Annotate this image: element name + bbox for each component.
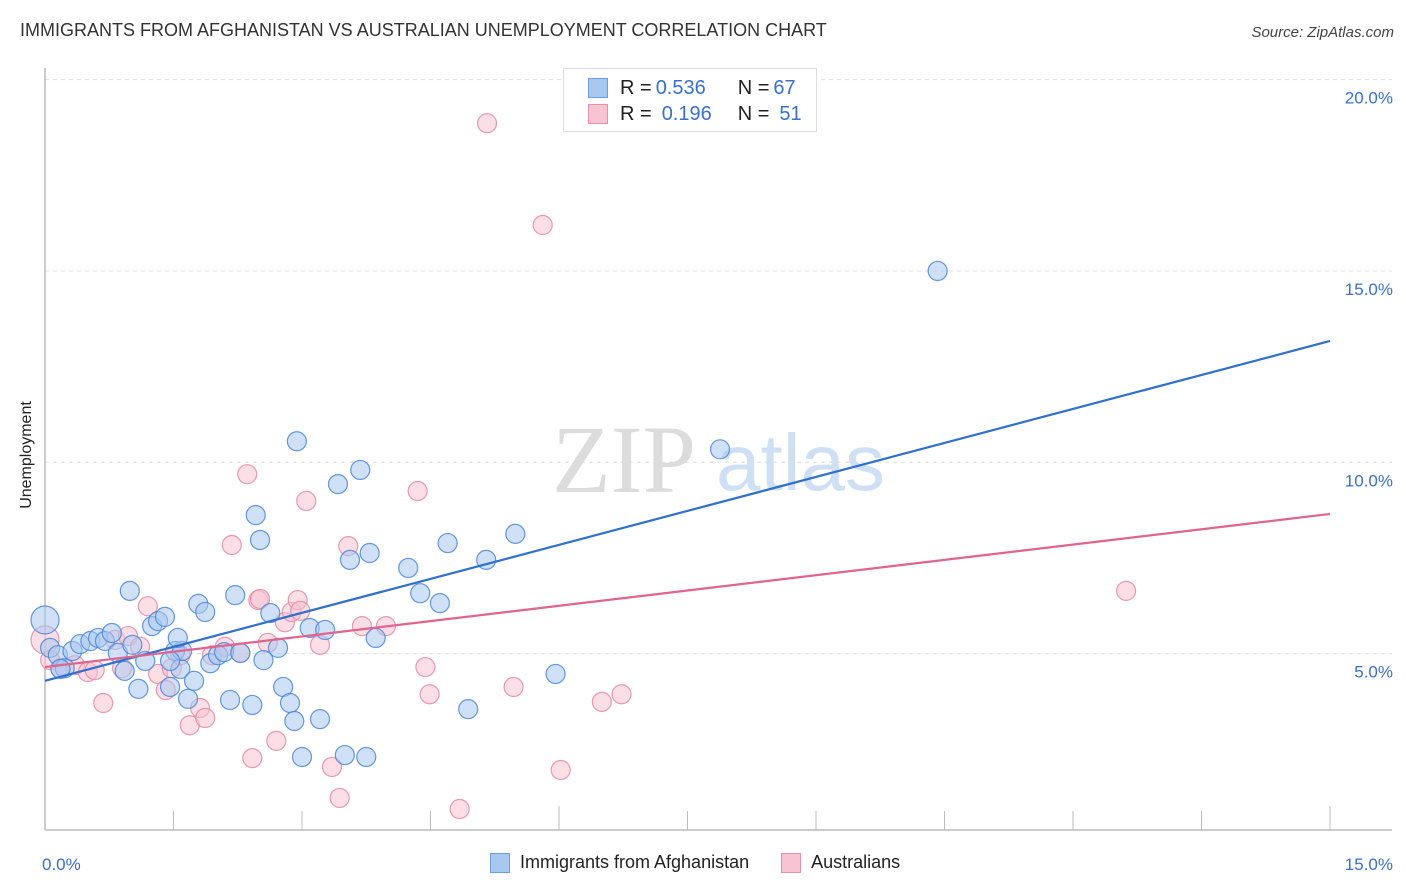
watermark-zip: ZIP bbox=[552, 406, 696, 513]
afghanistan-point bbox=[122, 634, 143, 655]
afghanistan-point bbox=[242, 694, 263, 716]
y-axis-label: Unemployment bbox=[18, 401, 35, 509]
australians-point bbox=[93, 692, 114, 714]
stats-legend-row-afghanistan: R = 0.536 N = 67 bbox=[588, 76, 796, 100]
r-label: R = bbox=[620, 102, 652, 125]
stats-legend: R = 0.536 N = 67 R = 0.196 N = 51 bbox=[563, 68, 817, 132]
australians-point bbox=[195, 707, 216, 729]
afghanistan-point bbox=[128, 678, 149, 699]
afghanistan-points bbox=[30, 260, 948, 768]
afghanistan-point bbox=[249, 529, 271, 551]
afghanistan-point bbox=[245, 505, 266, 526]
afghanistan-point bbox=[101, 622, 122, 644]
afghanistan-point bbox=[230, 642, 251, 663]
australians-point bbox=[591, 691, 612, 712]
afghanistan-point bbox=[291, 746, 313, 768]
afghanistan-point bbox=[334, 744, 355, 766]
r-value: 0.196 bbox=[661, 102, 712, 125]
afghanistan-point bbox=[927, 260, 948, 282]
y-tick-labels: 5.0% 10.0% 15.0% 20.0% bbox=[1345, 89, 1393, 682]
legend-label: Immigrants from Afghanistan bbox=[520, 852, 750, 872]
r-value: 0.536 bbox=[655, 76, 706, 99]
afghanistan-point bbox=[309, 708, 331, 730]
australians-point bbox=[296, 490, 317, 512]
australians-point bbox=[1116, 580, 1137, 601]
afghanistan-point bbox=[154, 606, 176, 628]
australians-point bbox=[550, 759, 571, 781]
r-label: R = bbox=[620, 76, 652, 99]
scatter-chart: ZIP atlas 5.0% 10.0% 15.0% 20.0% 0.0% 15.0% bbox=[30, 68, 1393, 874]
australians-point bbox=[449, 798, 470, 820]
afghanistan-point bbox=[284, 710, 305, 732]
x-tick-label: 15.0% bbox=[1345, 855, 1393, 874]
afghanistan-point bbox=[225, 584, 246, 606]
afghanistan-point bbox=[114, 660, 135, 681]
afghanistan-point bbox=[315, 619, 336, 641]
afghanistan-point bbox=[359, 542, 380, 564]
legend-label: Australians bbox=[811, 852, 901, 872]
afghanistan-swatch bbox=[490, 852, 510, 873]
afghanistan-trend-line bbox=[44, 339, 1331, 682]
afghanistan-point bbox=[398, 557, 419, 579]
australians-swatch bbox=[588, 104, 608, 124]
trend-lines bbox=[44, 339, 1331, 682]
australians-point bbox=[221, 534, 242, 556]
australians-point bbox=[266, 730, 287, 752]
series-legend: Immigrants from Afghanistan Australians bbox=[490, 852, 932, 873]
legend-item-afghanistan[interactable]: Immigrants from Afghanistan bbox=[490, 852, 749, 873]
afghanistan-point bbox=[365, 627, 386, 649]
afghanistan-point bbox=[195, 601, 216, 623]
n-value: 51 bbox=[779, 102, 802, 125]
australians-point bbox=[476, 113, 498, 134]
australians-point bbox=[611, 684, 632, 705]
afghanistan-point bbox=[183, 670, 205, 691]
afghanistan-point bbox=[177, 688, 199, 709]
watermark: ZIP atlas bbox=[552, 406, 885, 513]
afghanistan-point bbox=[267, 637, 289, 659]
australians-point bbox=[532, 214, 553, 236]
stats-legend-row-australians: R = 0.196 N = 51 bbox=[588, 102, 802, 126]
australians-point bbox=[242, 748, 263, 769]
afghanistan-point bbox=[356, 746, 377, 768]
afghanistan-point bbox=[279, 692, 301, 714]
australians-point bbox=[329, 787, 350, 809]
x-tick-label: 0.0% bbox=[42, 855, 81, 874]
australians-point bbox=[419, 684, 440, 705]
afghanistan-point bbox=[429, 593, 451, 614]
afghanistan-point bbox=[339, 549, 361, 570]
y-tick-label: 10.0% bbox=[1345, 471, 1393, 490]
afghanistan-point bbox=[709, 439, 731, 460]
afghanistan-point bbox=[350, 459, 371, 481]
y-tick-label: 5.0% bbox=[1354, 663, 1393, 682]
australians-swatch bbox=[781, 852, 802, 873]
afghanistan-swatch bbox=[588, 78, 608, 98]
grid bbox=[45, 79, 1392, 655]
afghanistan-point bbox=[505, 523, 526, 544]
afghanistan-point bbox=[545, 663, 566, 685]
afghanistan-point bbox=[458, 699, 479, 720]
australians-point bbox=[503, 676, 524, 698]
afghanistan-point bbox=[410, 583, 431, 604]
n-label: N = bbox=[737, 76, 770, 99]
n-label: N = bbox=[737, 102, 770, 125]
afghanistan-point bbox=[437, 532, 458, 554]
australians-point bbox=[407, 480, 428, 502]
afghanistan-point bbox=[159, 650, 181, 672]
y-tick-label: 15.0% bbox=[1345, 280, 1393, 299]
afghanistan-point bbox=[30, 605, 60, 635]
legend-item-australians[interactable]: Australians bbox=[781, 852, 900, 873]
afghanistan-point bbox=[327, 474, 349, 495]
y-tick-label: 20.0% bbox=[1345, 89, 1393, 108]
australians-point bbox=[237, 464, 258, 485]
afghanistan-point bbox=[219, 689, 241, 711]
afghanistan-point bbox=[159, 676, 181, 698]
afghanistan-point bbox=[286, 431, 307, 452]
afghanistan-point bbox=[119, 580, 140, 601]
n-value: 67 bbox=[773, 76, 796, 99]
australians-point bbox=[415, 656, 436, 678]
